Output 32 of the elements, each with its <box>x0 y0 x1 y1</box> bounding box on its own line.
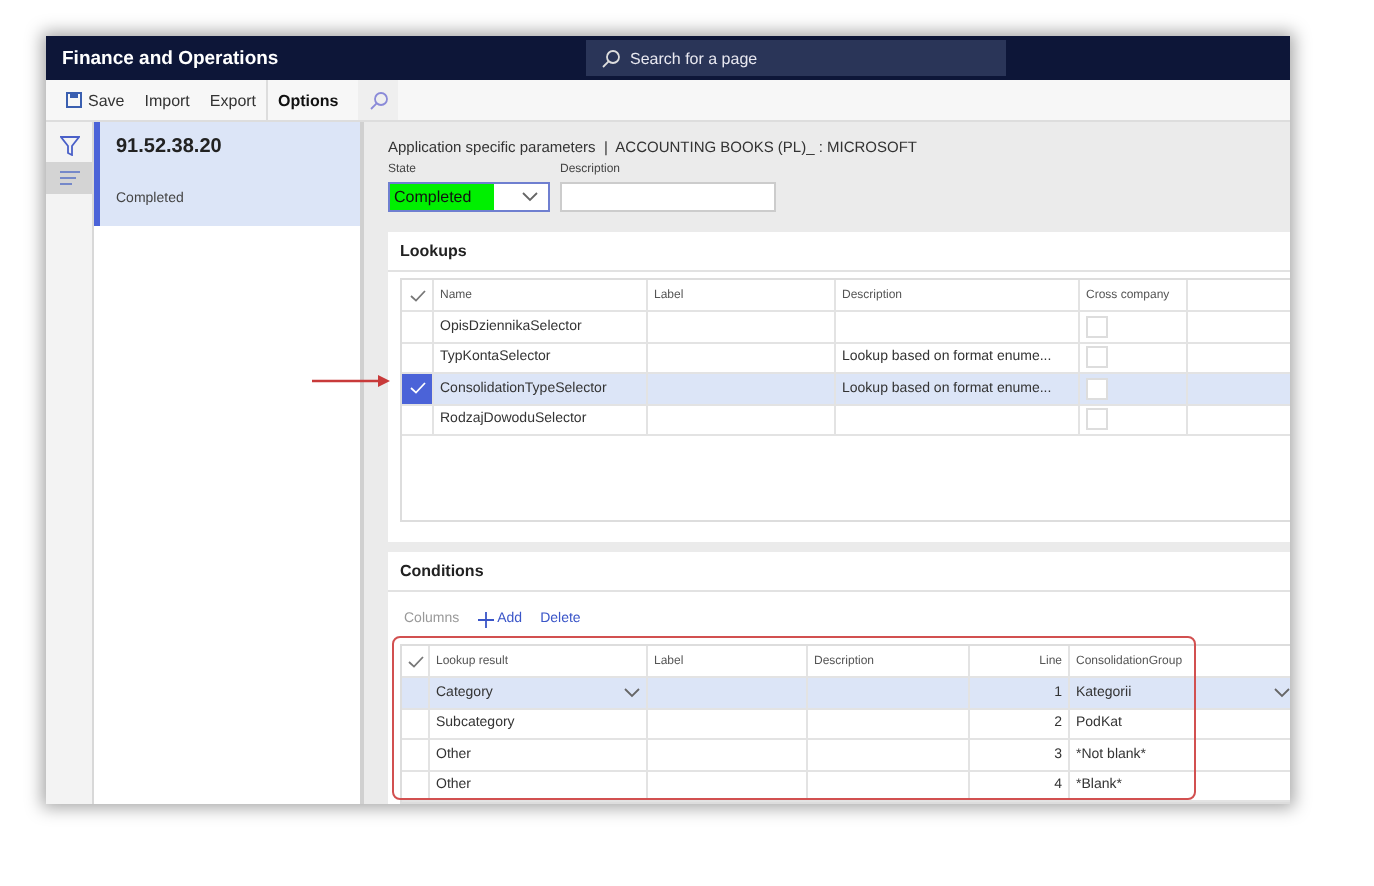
search-field[interactable]: Search for a page <box>586 40 1006 76</box>
search-icon <box>602 49 620 67</box>
checkbox[interactable] <box>1086 377 1108 400</box>
search-icon <box>369 91 388 109</box>
check-icon <box>407 655 423 667</box>
checkbox[interactable] <box>1086 315 1108 338</box>
plus-icon <box>477 611 494 627</box>
check-icon <box>409 289 425 301</box>
version-number: 91.52.38.20 <box>116 136 224 158</box>
toolbar-button[interactable]: Save <box>56 80 135 120</box>
check-icon <box>409 382 425 395</box>
rail-button[interactable] <box>46 162 92 194</box>
chevron-down-icon <box>624 687 640 698</box>
save-icon <box>66 92 82 108</box>
arrow-annotation <box>312 372 392 390</box>
app-title: Finance and Operations <box>60 47 281 69</box>
list-icon <box>59 170 79 186</box>
checkbox[interactable] <box>1086 346 1108 369</box>
chevron-down-icon <box>522 192 538 202</box>
section-title: Lookups <box>388 232 1290 272</box>
description-field[interactable] <box>560 182 776 212</box>
toolbar-button[interactable]: Options <box>266 80 349 120</box>
checkbox[interactable] <box>1086 408 1108 431</box>
filter-icon <box>59 136 79 156</box>
state-value: Completed <box>390 184 494 210</box>
state-dropdown[interactable]: Completed <box>388 182 550 212</box>
chevron-down-icon <box>1274 687 1290 698</box>
toolbar-button[interactable]: Export <box>199 80 267 120</box>
search-placeholder: Search for a page <box>630 49 758 67</box>
section-title: Conditions <box>388 552 1290 592</box>
toolbar-button[interactable]: Import <box>134 80 200 120</box>
row-checkbox[interactable] <box>402 374 434 403</box>
